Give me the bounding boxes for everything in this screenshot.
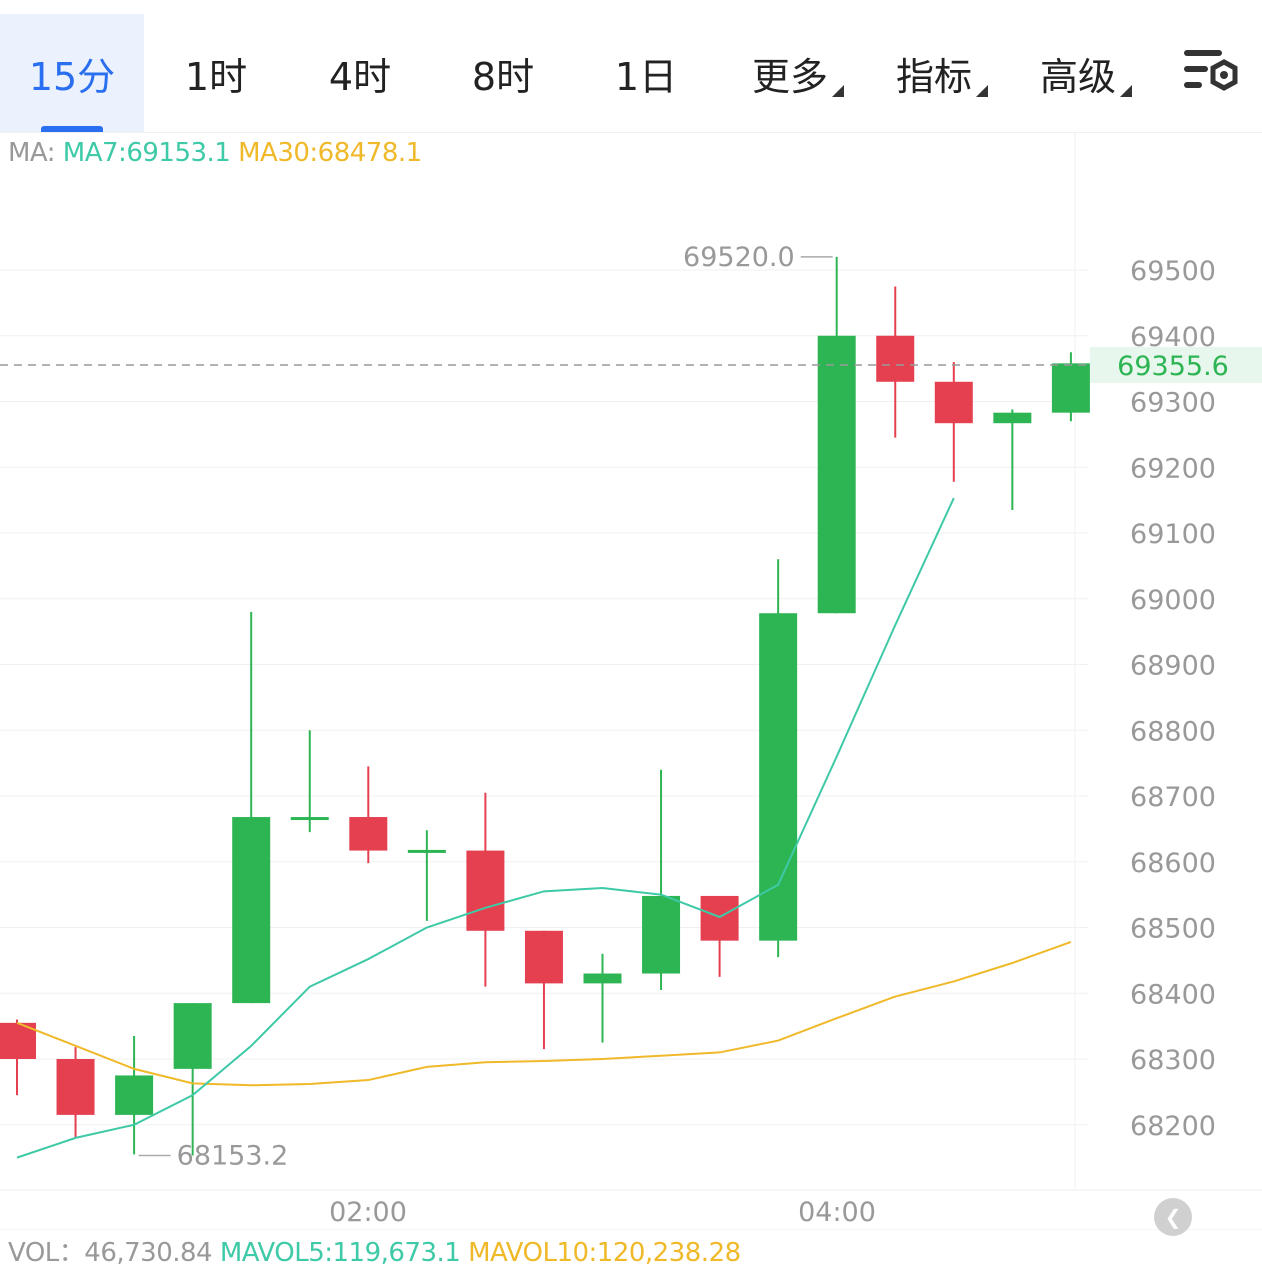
tab-8[interactable]: 高级 [1006, 14, 1150, 132]
tab-label: 高级 [1040, 46, 1132, 101]
tab-label: 更多 [752, 46, 844, 101]
candle-body [817, 335, 856, 614]
candle-body [934, 381, 973, 424]
y-tick-label: 69300 [1130, 388, 1216, 419]
y-tick-label: 69200 [1130, 453, 1216, 484]
candle-body [56, 1059, 95, 1115]
mavol5-legend-value: MAVOL5:119,673.1 [219, 1238, 461, 1268]
y-tick-label: 68200 [1130, 1111, 1216, 1142]
y-tick-label: 69100 [1130, 519, 1216, 550]
chart-settings-icon [1184, 50, 1238, 91]
x-tick-label: 04:00 [798, 1197, 876, 1228]
tab-3[interactable]: 4时 [288, 14, 432, 132]
chart-settings-button[interactable] [1178, 44, 1242, 104]
candle-body [642, 895, 681, 974]
low-price-label: 68153.2 [177, 1141, 289, 1172]
tab-4[interactable]: 8时 [432, 14, 574, 132]
candlestick-chart[interactable]: 6950069400693006920069100690006890068800… [0, 132, 1262, 1230]
collapse-button[interactable]: ❮ [1154, 1198, 1192, 1236]
y-tick-label: 68500 [1130, 914, 1216, 945]
candle-body [1051, 363, 1090, 413]
candle-body [407, 849, 446, 853]
tab-label: 1时 [184, 54, 248, 99]
current-price-label: 69355.6 [1117, 351, 1229, 382]
y-tick-label: 68400 [1130, 979, 1216, 1010]
tab-label: 15分 [28, 54, 116, 99]
tab-label: 1日 [614, 54, 678, 99]
y-tick-label: 69500 [1130, 256, 1216, 287]
candle-body [583, 973, 622, 984]
tab-5[interactable]: 1日 [574, 14, 718, 132]
y-tick-label: 68900 [1130, 651, 1216, 682]
tab-7[interactable]: 指标 [862, 14, 1006, 132]
dropdown-caret-icon [976, 84, 988, 97]
tab-label: 4时 [328, 54, 392, 99]
y-tick-label: 68800 [1130, 716, 1216, 747]
dropdown-caret-icon [832, 84, 844, 97]
y-tick-label: 69000 [1130, 585, 1216, 616]
candle-body [173, 1003, 212, 1069]
candle-body [700, 895, 739, 941]
candle-body [876, 335, 915, 382]
mavol10-legend-value: MAVOL10:120,238.28 [468, 1238, 741, 1268]
collapse-left-icon: ❮ [1164, 1205, 1182, 1229]
candle-body [466, 850, 505, 931]
tab-label: 指标 [896, 46, 988, 101]
tab-2[interactable]: 1时 [144, 14, 288, 132]
tab-1[interactable]: 15分 [0, 14, 144, 132]
vol-legend-value: VOL：46,730.84 [8, 1238, 213, 1268]
candle-body [349, 817, 388, 851]
y-tick-label: 68600 [1130, 848, 1216, 879]
tab-6[interactable]: 更多 [718, 14, 862, 132]
candle-body [993, 412, 1032, 424]
interval-tab-bar: 15分 1时 4时 8时 1日 更多 指标 高级 [0, 0, 1262, 133]
y-tick-label: 68300 [1130, 1045, 1216, 1076]
candle-body [115, 1075, 154, 1115]
candle-body [290, 817, 329, 821]
candle-body [232, 817, 271, 1004]
tab-label: 8时 [471, 54, 535, 99]
high-price-label: 69520.0 [683, 242, 795, 273]
candle-body [524, 930, 563, 984]
y-tick-label: 68700 [1130, 782, 1216, 813]
dropdown-caret-icon [1120, 84, 1132, 97]
volume-legend: VOL：46,730.84 MAVOL5:119,673.1 MAVOL10:1… [8, 1232, 741, 1269]
x-tick-label: 02:00 [329, 1197, 407, 1228]
